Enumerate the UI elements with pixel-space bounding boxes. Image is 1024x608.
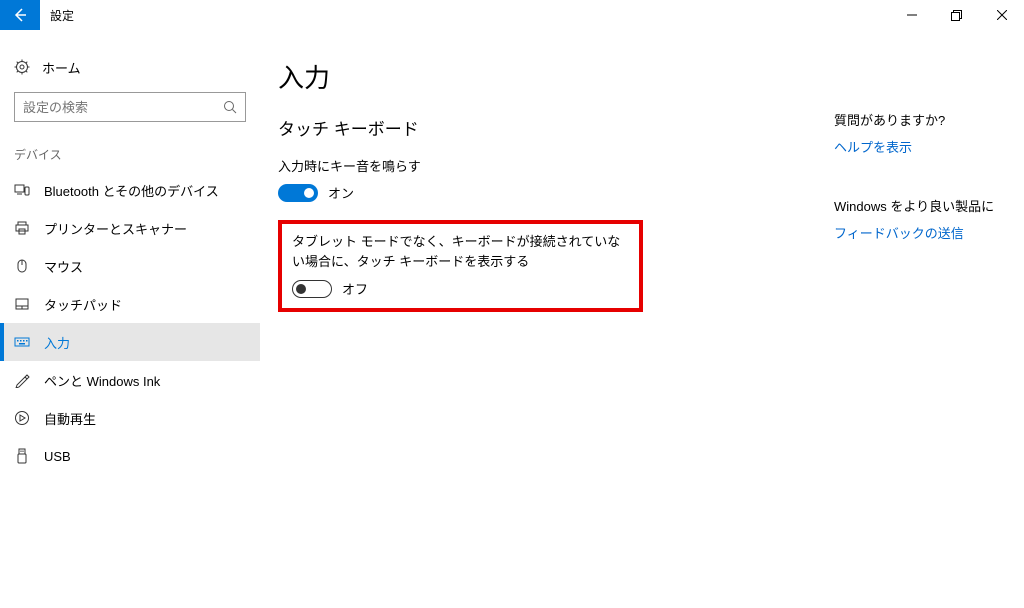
- sidebar-item-label: ペンと Windows Ink: [44, 371, 160, 390]
- usb-icon: [14, 448, 30, 464]
- toggle-touchkb[interactable]: [292, 280, 332, 298]
- minimize-button[interactable]: [889, 0, 934, 30]
- search-box[interactable]: [14, 92, 246, 122]
- toggle-keysound-state: オン: [328, 183, 354, 202]
- feedback-heading: Windows をより良い製品に: [834, 196, 1004, 215]
- maximize-icon: [951, 10, 962, 21]
- sidebar-item-label: Bluetooth とその他のデバイス: [44, 181, 219, 200]
- printer-icon: [14, 220, 30, 236]
- autoplay-icon: [14, 410, 30, 426]
- sidebar-item-label: タッチパッド: [44, 295, 122, 314]
- sidebar-section-label: デバイス: [0, 122, 260, 171]
- setting-keysound-row: オン: [278, 183, 824, 202]
- help-heading: 質問がありますか?: [834, 110, 1004, 129]
- feedback-link[interactable]: フィードバックの送信: [834, 223, 1004, 242]
- toggle-touchkb-state: オフ: [342, 279, 368, 298]
- titlebar: 設定: [0, 0, 1024, 30]
- help-link[interactable]: ヘルプを表示: [834, 137, 1004, 156]
- sidebar-item-touchpad[interactable]: タッチパッド: [0, 285, 260, 323]
- touchpad-icon: [14, 296, 30, 312]
- sidebar-item-autoplay[interactable]: 自動再生: [0, 399, 260, 437]
- home-link[interactable]: ホーム: [0, 48, 260, 86]
- window-controls: [889, 0, 1024, 30]
- gear-icon: [14, 59, 30, 75]
- sidebar-item-pen[interactable]: ペンと Windows Ink: [0, 361, 260, 399]
- sidebar-item-label: 自動再生: [44, 409, 96, 428]
- sidebar-item-bluetooth[interactable]: Bluetooth とその他のデバイス: [0, 171, 260, 209]
- right-pane: 質問がありますか? ヘルプを表示 Windows をより良い製品に フィードバッ…: [834, 110, 1004, 282]
- devices-icon: [14, 182, 30, 198]
- toggle-keysound[interactable]: [278, 184, 318, 202]
- sidebar-item-printers[interactable]: プリンターとスキャナー: [0, 209, 260, 247]
- back-button[interactable]: [0, 0, 40, 30]
- keyboard-icon: [14, 334, 30, 350]
- close-button[interactable]: [979, 0, 1024, 30]
- arrow-left-icon: [12, 7, 28, 23]
- sidebar-item-label: マウス: [44, 257, 83, 276]
- close-icon: [997, 10, 1007, 20]
- maximize-button[interactable]: [934, 0, 979, 30]
- sidebar-item-usb[interactable]: USB: [0, 437, 260, 475]
- search-input[interactable]: [23, 100, 223, 115]
- setting-keysound-label: 入力時にキー音を鳴らす: [278, 156, 824, 175]
- home-label: ホーム: [42, 58, 81, 77]
- sidebar-item-mouse[interactable]: マウス: [0, 247, 260, 285]
- setting-touchkb-label: タブレット モードでなく、キーボードが接続されていない場合に、タッチ キーボード…: [292, 232, 629, 271]
- section-title: タッチ キーボード: [278, 115, 824, 140]
- minimize-icon: [907, 10, 917, 20]
- sidebar-item-label: プリンターとスキャナー: [44, 219, 187, 238]
- sidebar-item-label: USB: [44, 449, 71, 464]
- window-title: 設定: [40, 0, 74, 30]
- search-icon: [223, 100, 237, 114]
- content-area: 入力 タッチ キーボード 入力時にキー音を鳴らす オン タブレット モードでなく…: [260, 30, 1024, 608]
- sidebar: ホーム デバイス Bluetooth とその他のデバイス プリンターとスキャナー: [0, 30, 260, 608]
- highlighted-setting: タブレット モードでなく、キーボードが接続されていない場合に、タッチ キーボード…: [278, 220, 643, 312]
- pen-icon: [14, 372, 30, 388]
- sidebar-item-label: 入力: [44, 333, 70, 352]
- sidebar-item-typing[interactable]: 入力: [0, 323, 260, 361]
- page-title: 入力: [278, 58, 824, 95]
- mouse-icon: [14, 258, 30, 274]
- setting-touchkb-row: オフ: [292, 279, 629, 298]
